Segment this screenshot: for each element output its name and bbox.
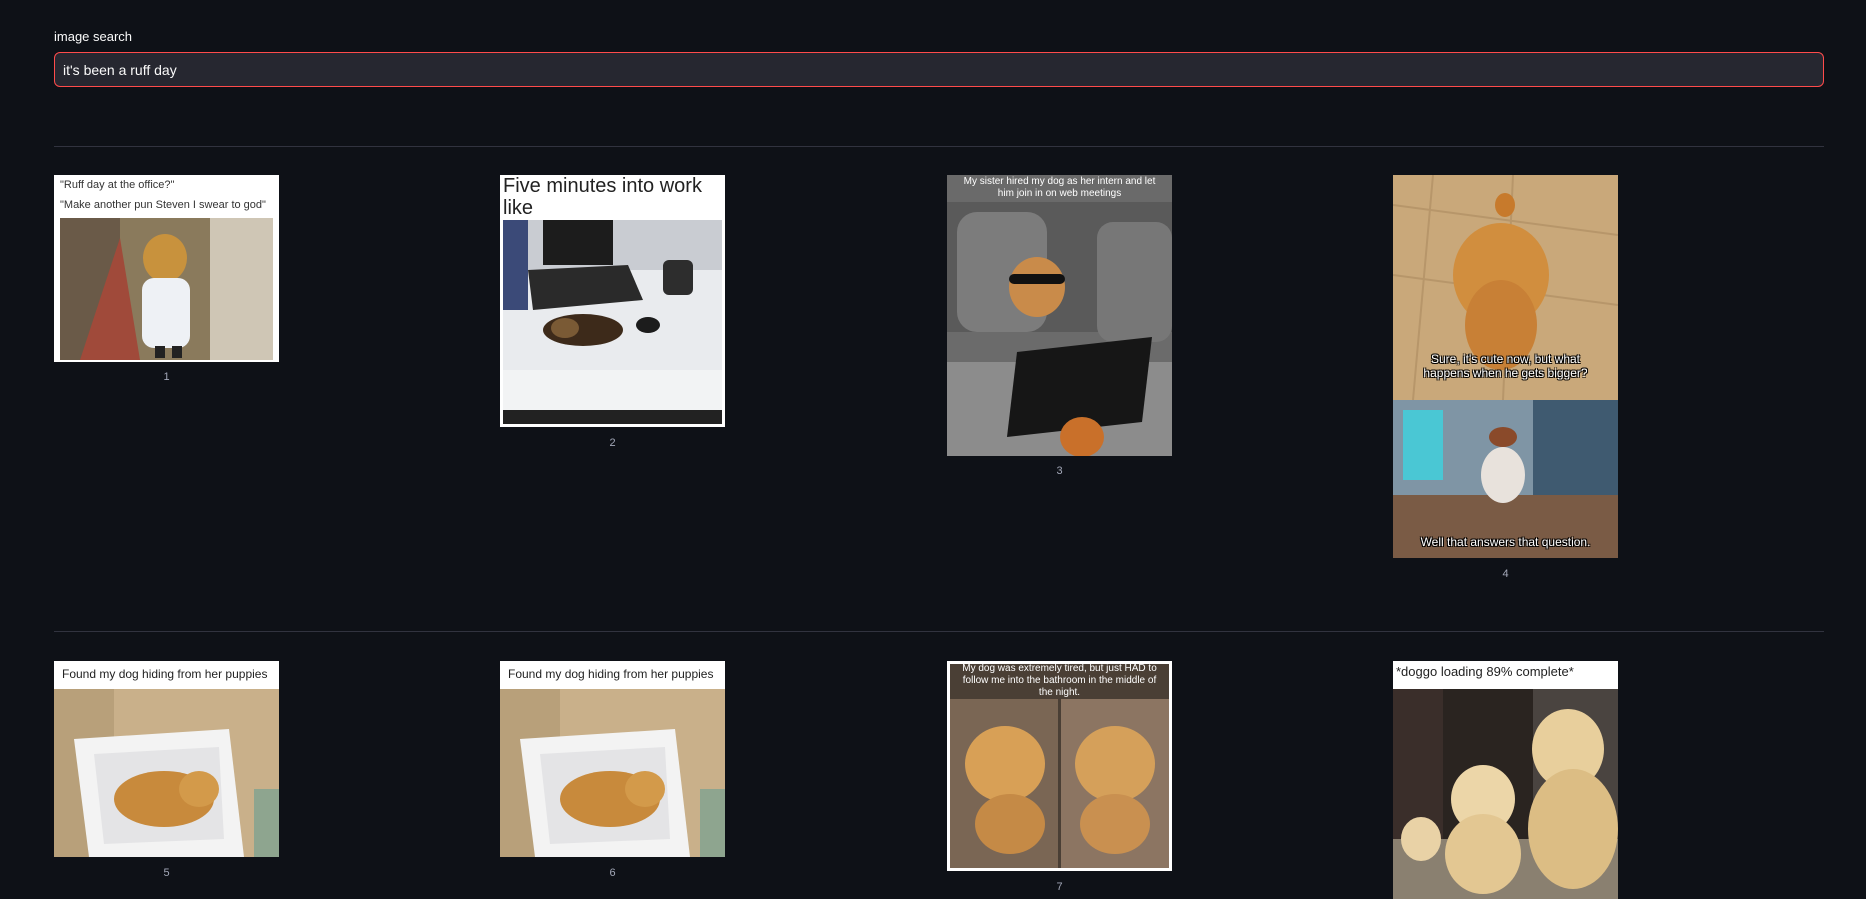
divider-top bbox=[54, 146, 1824, 147]
result-image-7[interactable]: My dog was extremely tired, but just HAD… bbox=[947, 661, 1172, 871]
result-caption-1: 1 bbox=[163, 371, 170, 383]
result-image-3[interactable]: My sister hired my dog as her intern and… bbox=[947, 175, 1172, 456]
result-image-5[interactable]: Found my dog hiding from her puppies bbox=[54, 661, 279, 857]
meme-caption-1b: "Make another pun Steven I swear to god" bbox=[60, 199, 266, 211]
dog-photo-2 bbox=[503, 220, 722, 424]
result-caption-5: 5 bbox=[163, 867, 170, 879]
meme-caption-6: Found my dog hiding from her puppies bbox=[508, 667, 714, 681]
result-caption-6: 6 bbox=[609, 867, 616, 879]
meme-caption-1a: "Ruff day at the office?" bbox=[60, 179, 175, 191]
result-caption-4: 4 bbox=[1502, 568, 1509, 580]
divider-middle bbox=[54, 631, 1824, 632]
meme-caption-3: My sister hired my dog as her intern and… bbox=[963, 176, 1156, 199]
dog-photo-6 bbox=[500, 689, 725, 857]
result-image-6[interactable]: Found my dog hiding from her puppies bbox=[500, 661, 725, 857]
result-caption-7: 7 bbox=[1056, 881, 1063, 893]
result-image-1[interactable]: "Ruff day at the office?" "Make another … bbox=[54, 175, 279, 362]
meme-caption-4b: Well that answers that question. bbox=[1420, 535, 1591, 549]
dog-photo-3 bbox=[947, 202, 1172, 456]
meme-caption-5: Found my dog hiding from her puppies bbox=[62, 667, 268, 681]
result-caption-2: 2 bbox=[609, 437, 616, 449]
meme-caption-8: *doggo loading 89% complete* bbox=[1396, 664, 1574, 679]
result-image-4[interactable]: Sure, it's cute now, but what happens wh… bbox=[1393, 175, 1618, 558]
result-image-8[interactable]: *doggo loading 89% complete* bbox=[1393, 661, 1618, 899]
dog-photo-8 bbox=[1393, 689, 1618, 899]
search-input[interactable] bbox=[54, 52, 1824, 87]
meme-caption-4a: Sure, it's cute now, but what happens wh… bbox=[1423, 352, 1588, 380]
result-image-2[interactable]: Five minutes into work like bbox=[500, 175, 725, 427]
dog-photo-5 bbox=[54, 689, 279, 857]
meme-caption-7: My dog was extremely tired, but just HAD… bbox=[962, 663, 1157, 698]
meme-caption-2: Five minutes into work like bbox=[503, 175, 702, 219]
search-label: image search bbox=[54, 29, 133, 44]
result-caption-3: 3 bbox=[1056, 465, 1063, 477]
dog-photo-1 bbox=[60, 218, 273, 360]
